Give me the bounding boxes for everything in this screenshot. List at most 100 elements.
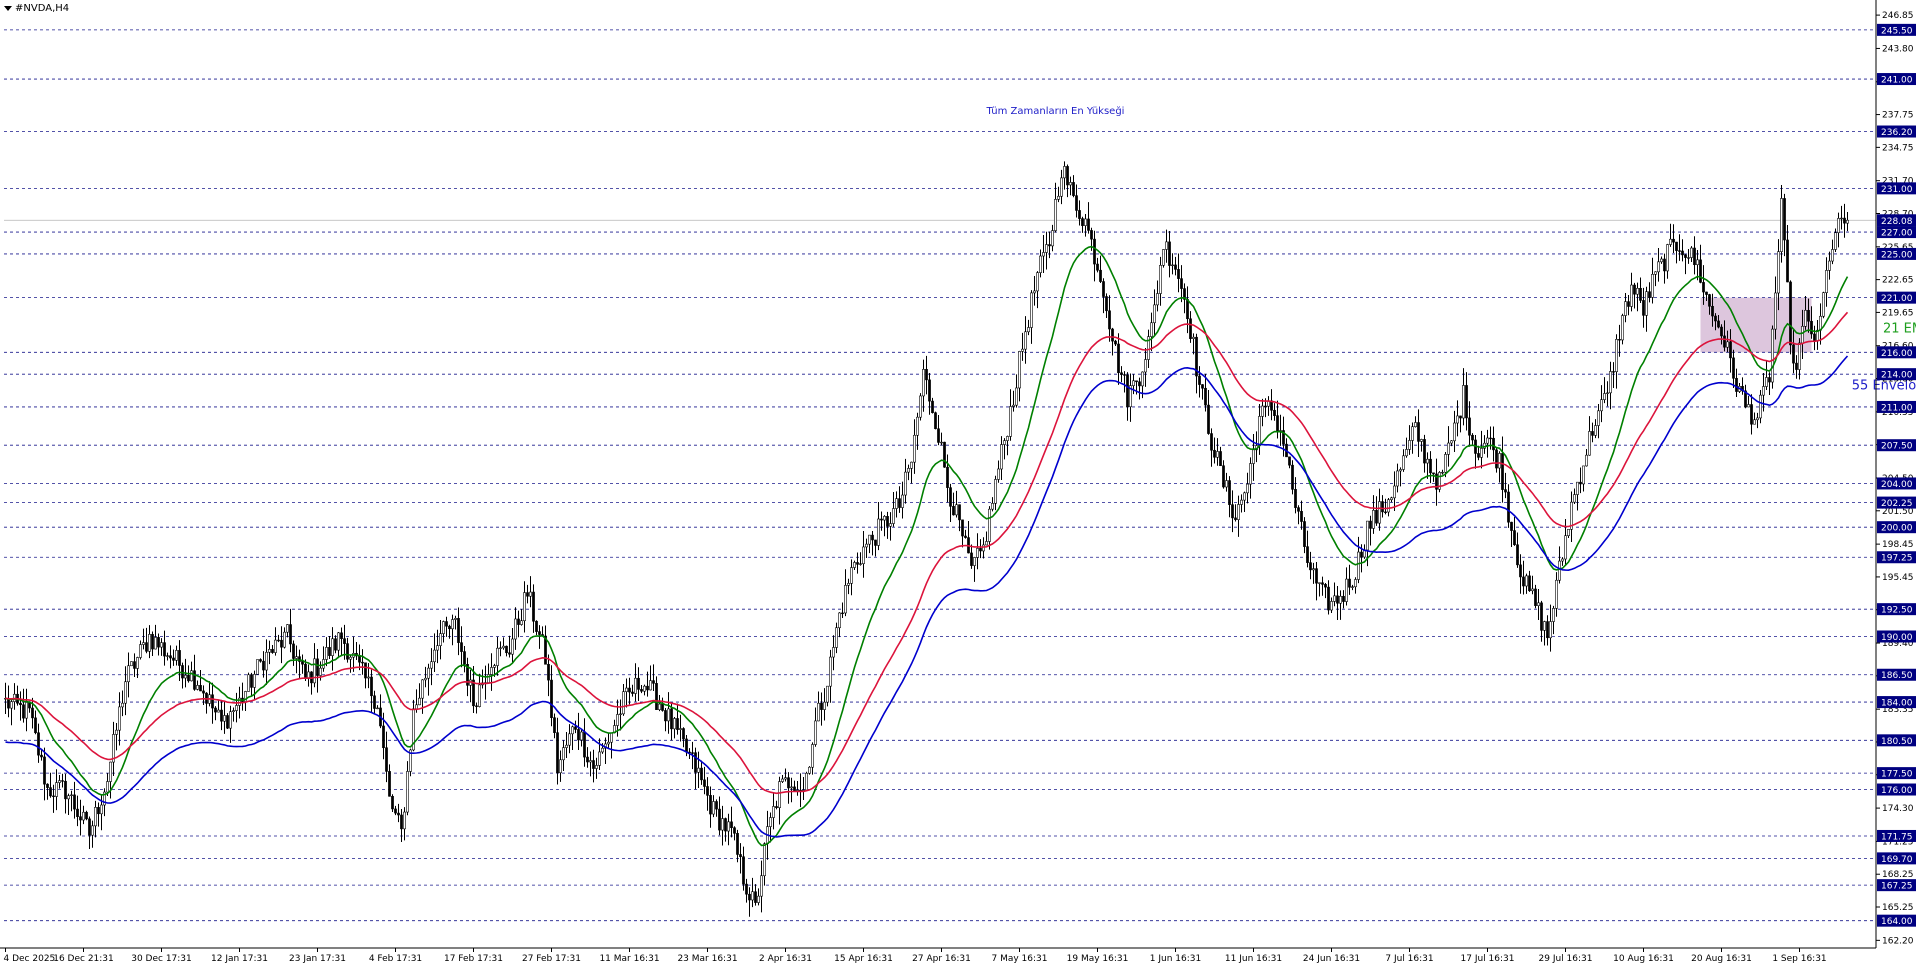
candle-body bbox=[1336, 595, 1339, 604]
candle-body bbox=[223, 715, 226, 722]
candle-body bbox=[1234, 517, 1237, 520]
candle-body bbox=[1582, 465, 1585, 485]
annotation-label: 21 EMA bbox=[1883, 322, 1916, 337]
candle-body bbox=[1420, 439, 1423, 442]
candle-body bbox=[934, 412, 937, 430]
candle-body bbox=[787, 777, 790, 789]
candle-body bbox=[919, 395, 922, 418]
candle-body bbox=[1822, 292, 1825, 317]
candle-body bbox=[1126, 374, 1129, 408]
candle-body bbox=[757, 895, 760, 903]
candle-body bbox=[1111, 328, 1114, 342]
level-price-label: 214.00 bbox=[1881, 371, 1913, 381]
candle-body bbox=[1804, 309, 1807, 327]
candle-body bbox=[874, 539, 877, 546]
candle-body bbox=[1798, 342, 1801, 370]
candle-body bbox=[907, 468, 910, 473]
ma-line-55-envelopes bbox=[5, 355, 1849, 838]
candle-body bbox=[1108, 310, 1111, 330]
x-tick-label: 27 Feb 17:31 bbox=[522, 954, 581, 963]
level-price-label: 200.00 bbox=[1881, 524, 1913, 534]
candle-body bbox=[1345, 578, 1348, 602]
candle-body bbox=[1324, 584, 1327, 588]
candle-body bbox=[964, 535, 967, 538]
candle-body bbox=[1525, 575, 1528, 587]
candle-body bbox=[1501, 453, 1504, 490]
candle-body bbox=[862, 546, 865, 565]
x-tick-label: 17 Jul 16:31 bbox=[1461, 954, 1515, 963]
candle-body bbox=[1723, 335, 1726, 348]
candle-body bbox=[193, 670, 196, 690]
candle-body bbox=[925, 369, 928, 381]
candle-body bbox=[406, 771, 409, 813]
candle-body bbox=[910, 461, 913, 469]
candle-body bbox=[478, 684, 481, 707]
candle-body bbox=[880, 518, 883, 521]
candle-body bbox=[1801, 326, 1804, 344]
candle-body bbox=[859, 563, 862, 565]
candle-body bbox=[253, 673, 256, 688]
candle-body bbox=[640, 689, 643, 692]
ma-line-21-ema bbox=[5, 245, 1849, 847]
candle-body bbox=[472, 679, 475, 707]
candle-body bbox=[1390, 497, 1393, 501]
x-tick-label: 10 Aug 16:31 bbox=[1613, 954, 1674, 963]
candle-body bbox=[1333, 595, 1336, 602]
level-price-label: 207.50 bbox=[1881, 442, 1913, 452]
level-price-label: 245.50 bbox=[1881, 26, 1913, 36]
price-chart[interactable]: Tüm Zamanların En Yükseği21 EMA55 Envelo… bbox=[0, 0, 1916, 963]
candle-body bbox=[1669, 238, 1672, 245]
candle-body bbox=[400, 814, 403, 830]
candle-body bbox=[616, 714, 619, 726]
candle-body bbox=[22, 704, 25, 719]
candle-body bbox=[1657, 261, 1660, 273]
candle-body bbox=[1774, 292, 1777, 330]
candle-body bbox=[1720, 326, 1723, 337]
candle-body bbox=[631, 691, 634, 694]
candle-body bbox=[1063, 166, 1066, 179]
candle-body bbox=[1648, 291, 1651, 298]
candle-body bbox=[1513, 530, 1516, 546]
level-price-label: 186.50 bbox=[1881, 671, 1913, 681]
candle-body bbox=[247, 674, 250, 692]
candle-body bbox=[730, 821, 733, 829]
candle-body bbox=[70, 794, 73, 796]
candle-body bbox=[1786, 239, 1789, 283]
candle-body bbox=[697, 767, 700, 773]
candle-body bbox=[856, 562, 859, 565]
candle-body bbox=[1276, 415, 1279, 433]
candle-body bbox=[1444, 454, 1447, 473]
candle-body bbox=[1543, 621, 1546, 631]
candle-body bbox=[1135, 380, 1138, 383]
candle-body bbox=[1468, 417, 1471, 436]
candle-body bbox=[664, 710, 667, 722]
candle-body bbox=[1399, 469, 1402, 472]
candle-body bbox=[37, 732, 40, 756]
candle-body bbox=[1312, 568, 1315, 571]
candle-body bbox=[817, 702, 820, 722]
candle-body bbox=[1471, 434, 1474, 441]
candle-body bbox=[1384, 511, 1387, 513]
candle-body bbox=[610, 732, 613, 743]
candle-body bbox=[1714, 315, 1717, 322]
candle-body bbox=[736, 833, 739, 855]
moving-averages-layer bbox=[5, 245, 1849, 847]
candle-body bbox=[913, 434, 916, 463]
candle-body bbox=[1750, 404, 1753, 425]
x-tick-label: 20 Aug 16:31 bbox=[1691, 954, 1752, 963]
candle-body bbox=[1015, 387, 1018, 406]
candle-body bbox=[739, 854, 742, 858]
candle-body bbox=[892, 508, 895, 524]
candle-body bbox=[1846, 219, 1849, 224]
candle-body bbox=[820, 702, 823, 710]
y-tick-label: 234.75 bbox=[1882, 143, 1914, 153]
candle-body bbox=[1072, 182, 1075, 196]
candle-body bbox=[1249, 463, 1252, 485]
candle-body bbox=[1189, 318, 1192, 339]
candle-body bbox=[1777, 251, 1780, 294]
candle-body bbox=[1246, 483, 1249, 494]
candle-body bbox=[118, 706, 121, 731]
x-tick-label: 16 Dec 21:31 bbox=[53, 954, 114, 963]
candle-body bbox=[1123, 374, 1126, 376]
candle-body bbox=[1588, 431, 1591, 456]
